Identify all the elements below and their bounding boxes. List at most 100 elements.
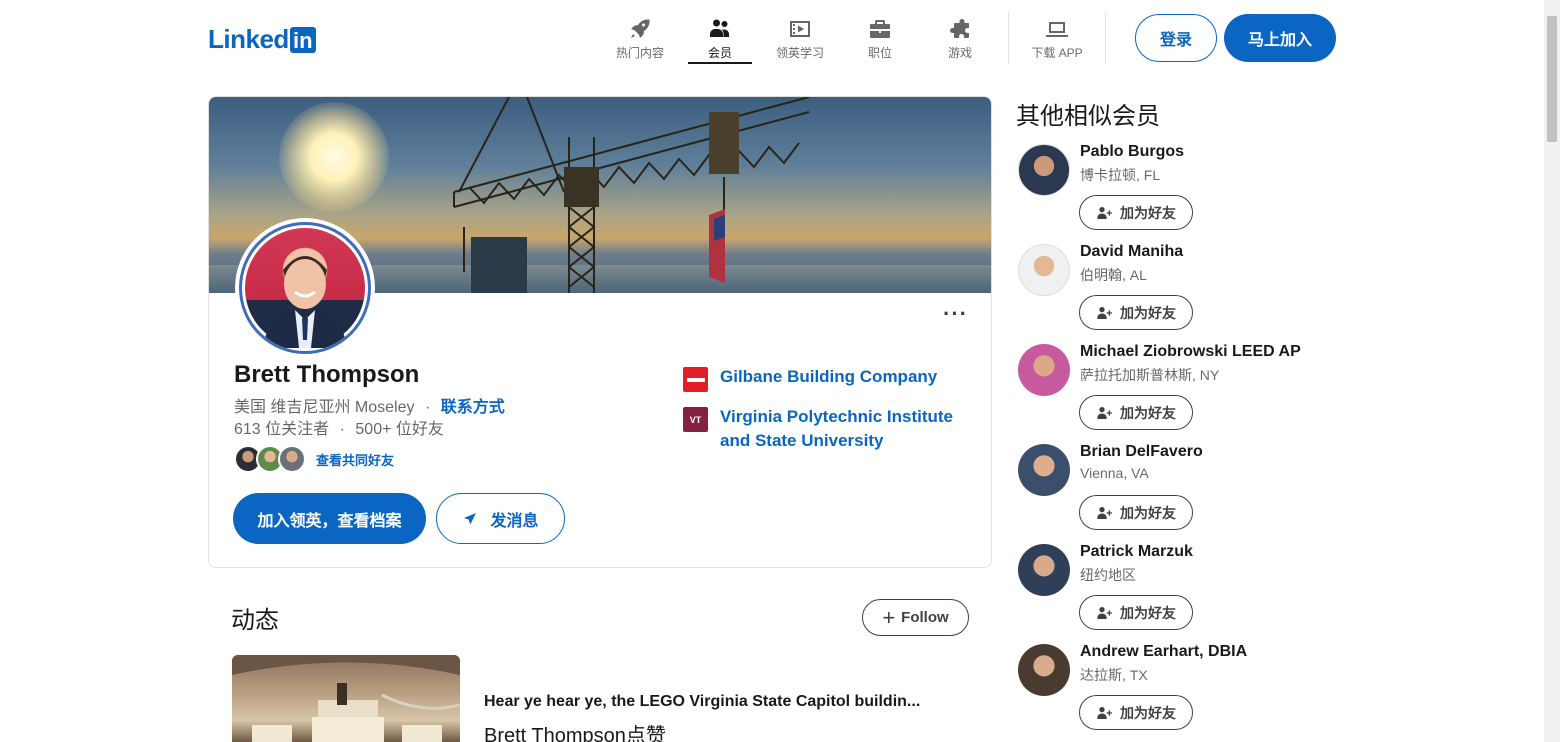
scrollbar-thumb[interactable] — [1547, 16, 1557, 142]
member-avatar[interactable] — [1018, 444, 1070, 496]
add-connection-label: 加为好友 — [1120, 304, 1176, 321]
member-location: 伯明翰, AL — [1080, 267, 1147, 283]
add-connection-button[interactable]: 加为好友 — [1079, 395, 1193, 430]
add-person-icon — [1097, 706, 1112, 719]
profile-stats: 613 位关注者 · 500+ 位好友 — [234, 415, 444, 439]
member-name[interactable]: Brian DelFavero — [1080, 443, 1203, 461]
send-icon — [464, 512, 477, 524]
nav-label: 下载 APP — [1031, 46, 1083, 60]
similar-member-item: Brian DelFavero Vienna, VA 加为好友 — [1018, 443, 1338, 540]
add-connection-button[interactable]: 加为好友 — [1079, 295, 1193, 330]
mutual-connections[interactable]: 查看共同好友 — [234, 445, 394, 473]
add-connection-label: 加为好友 — [1120, 604, 1176, 621]
add-connection-button[interactable]: 加为好友 — [1079, 695, 1193, 730]
nav-item-learning[interactable]: 领英学习 — [760, 12, 840, 64]
post-title[interactable]: Hear ye hear ye, the LEGO Virginia State… — [484, 693, 920, 711]
message-label: 发消息 — [490, 512, 539, 530]
people-icon — [710, 19, 729, 37]
org-item-virginia-tech[interactable]: VT Virginia Polytechnic Institute and St… — [683, 405, 970, 453]
member-name[interactable]: Pablo Burgos — [1080, 143, 1184, 161]
nav-item-jobs[interactable]: 职位 — [840, 12, 920, 64]
view-mutual-connections-link[interactable]: 查看共同好友 — [316, 450, 394, 469]
plus-icon: + — [882, 604, 896, 630]
profile-location-line: 美国 维吉尼亚州 Moseley · 联系方式 — [234, 393, 505, 417]
mutual-avatar — [278, 445, 306, 473]
member-location: 达拉斯, TX — [1080, 667, 1148, 683]
add-connection-label: 加为好友 — [1120, 204, 1176, 221]
member-avatar[interactable] — [1018, 244, 1070, 296]
similar-member-item: Pablo Burgos 博卡拉顿, FL 加为好友 — [1018, 143, 1338, 240]
linkedin-logo[interactable]: Linked in — [208, 24, 316, 55]
nav-item-members[interactable]: 会员 — [680, 12, 760, 64]
add-person-icon — [1097, 606, 1112, 619]
avatar-ring — [239, 222, 371, 354]
login-button[interactable]: 登录 — [1135, 14, 1217, 62]
add-connection-label: 加为好友 — [1120, 704, 1176, 721]
member-name[interactable]: Andrew Earhart, DBIA — [1080, 643, 1247, 661]
top-navigation: Linked in 热门内容 会员 领英学习 职位 游戏 下载 APP 登录 马… — [0, 0, 1544, 76]
org-item-gilbane[interactable]: Gilbane Building Company — [683, 365, 970, 392]
post-reaction-text: Brett Thompson点赞 — [484, 725, 666, 742]
gilbane-logo-mark — [686, 377, 705, 382]
post-thumbnail[interactable] — [232, 655, 460, 742]
nav-divider — [1105, 12, 1106, 64]
add-connection-button[interactable]: 加为好友 — [1079, 195, 1193, 230]
profile-location: 美国 维吉尼亚州 Moseley — [234, 399, 415, 416]
profile-card: ··· Brett Thompson 美国 维吉尼亚州 Moseley · 联系… — [208, 96, 992, 568]
activity-heading: 动态 — [231, 607, 279, 634]
add-person-icon — [1097, 406, 1112, 419]
puzzle-icon — [950, 19, 969, 38]
member-location: 博卡拉顿, FL — [1080, 167, 1161, 183]
message-button[interactable]: 发消息 — [436, 493, 565, 544]
org-name: Gilbane Building Company — [720, 367, 938, 386]
nav-item-download-app[interactable]: 下载 APP — [1017, 12, 1097, 64]
member-avatar[interactable] — [1018, 644, 1070, 696]
add-connection-button[interactable]: 加为好友 — [1079, 495, 1193, 530]
join-now-button[interactable]: 马上加入 — [1224, 14, 1336, 62]
nav-label: 会员 — [707, 46, 732, 60]
member-location: 纽约地区 — [1080, 567, 1136, 583]
member-name[interactable]: David Maniha — [1080, 243, 1183, 261]
nav-label: 领英学习 — [775, 46, 824, 60]
member-location: Vienna, VA — [1080, 465, 1149, 481]
nav-item-games[interactable]: 游戏 — [920, 12, 1000, 64]
add-connection-label: 加为好友 — [1120, 504, 1176, 521]
briefcase-icon — [870, 20, 890, 38]
similar-member-item: Andrew Earhart, DBIA 达拉斯, TX 加为好友 — [1018, 643, 1338, 740]
org-name: Virginia Polytechnic Institute and State… — [720, 407, 954, 450]
post-image-illustration — [232, 655, 460, 742]
member-avatar[interactable] — [1018, 344, 1070, 396]
profile-avatar[interactable] — [235, 218, 375, 358]
separator-dot: · — [339, 421, 345, 438]
gilbane-logo — [683, 367, 708, 392]
join-view-profile-button[interactable]: 加入领英，查看档案 — [233, 493, 426, 544]
rocket-icon — [631, 19, 650, 38]
profile-name: Brett Thompson — [234, 361, 420, 388]
avatar-photo — [245, 228, 365, 348]
add-person-icon — [1097, 206, 1112, 219]
nav-divider — [1008, 12, 1009, 64]
contact-info-link[interactable]: 联系方式 — [441, 399, 505, 416]
vt-logo-text: VT — [689, 414, 702, 425]
page-scrollbar[interactable] — [1544, 0, 1560, 742]
connections-count: 500+ 位好友 — [355, 421, 444, 438]
add-connection-label: 加为好友 — [1120, 404, 1176, 421]
add-person-icon — [1097, 506, 1112, 519]
separator-dot: · — [424, 399, 431, 416]
member-avatar[interactable] — [1018, 544, 1070, 596]
more-options-button[interactable]: ··· — [943, 303, 968, 325]
avatar-person — [263, 256, 347, 348]
logo-wordmark: Linked — [208, 24, 289, 54]
similar-member-item: David Maniha 伯明翰, AL 加为好友 — [1018, 243, 1338, 340]
member-avatar[interactable] — [1018, 144, 1070, 196]
member-name[interactable]: Michael Ziobrowski LEED AP — [1080, 343, 1301, 361]
member-name[interactable]: Patrick Marzuk — [1080, 543, 1193, 561]
nav-label: 游戏 — [947, 46, 972, 60]
add-connection-button[interactable]: 加为好友 — [1079, 595, 1193, 630]
vt-logo: VT — [683, 407, 708, 432]
nav-label: 热门内容 — [615, 46, 664, 60]
member-location: 萨拉托加斯普林斯, NY — [1080, 367, 1220, 383]
main-nav: 热门内容 会员 领英学习 职位 游戏 下载 APP — [600, 12, 1114, 64]
follow-button[interactable]: + Follow — [862, 599, 969, 636]
nav-item-trending[interactable]: 热门内容 — [600, 12, 680, 64]
